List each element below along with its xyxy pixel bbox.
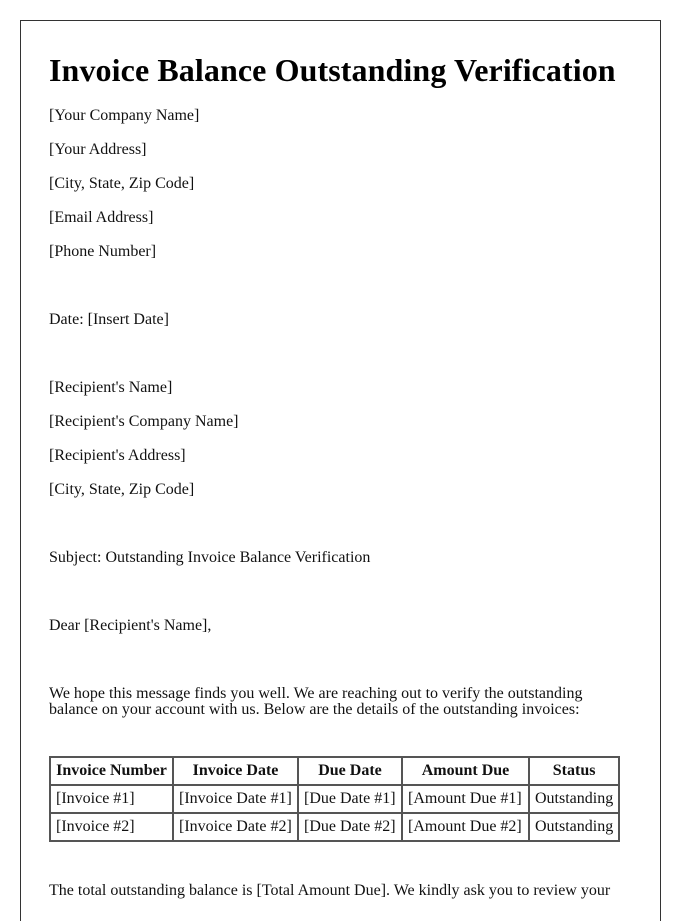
closing-paragraph: The total outstanding balance is [Total … — [49, 882, 611, 899]
document-title: Invoice Balance Outstanding Verification — [49, 52, 616, 88]
recipient-address: [Recipient's Address] — [49, 447, 186, 464]
cell-status: Outstanding — [527, 812, 621, 842]
salutation: Dear [Recipient's Name], — [49, 617, 212, 634]
sender-phone: [Phone Number] — [49, 243, 157, 260]
intro-paragraph: We hope this message finds you well. We … — [49, 685, 583, 718]
recipient-city-state-zip: [City, State, Zip Code] — [49, 481, 195, 498]
letter-page: Invoice Balance Outstanding Verification… — [20, 20, 661, 921]
header-invoice-number: Invoice Number — [49, 756, 174, 786]
cell-invoice-number: [Invoice #1] — [49, 784, 174, 814]
cell-due-date: [Due Date #2] — [297, 812, 403, 842]
sender-email: [Email Address] — [49, 209, 154, 226]
sender-company: [Your Company Name] — [49, 107, 200, 124]
sender-address: [Your Address] — [49, 141, 147, 158]
recipient-company: [Recipient's Company Name] — [49, 413, 239, 430]
header-invoice-date: Invoice Date — [172, 756, 299, 786]
cell-amount-due: [Amount Due #2] — [401, 812, 530, 842]
table-header-row: Invoice Number Invoice Date Due Date Amo… — [49, 756, 621, 786]
subject-line: Subject: Outstanding Invoice Balance Ver… — [49, 549, 371, 566]
invoice-table: Invoice Number Invoice Date Due Date Amo… — [49, 756, 621, 842]
date-line: Date: [Insert Date] — [49, 311, 169, 328]
cell-invoice-number: [Invoice #2] — [49, 812, 174, 842]
cell-amount-due: [Amount Due #1] — [401, 784, 530, 814]
cell-invoice-date: [Invoice Date #1] — [172, 784, 299, 814]
cell-status: Outstanding — [527, 784, 621, 814]
header-due-date: Due Date — [297, 756, 403, 786]
table-row: [Invoice #1] [Invoice Date #1] [Due Date… — [49, 784, 621, 814]
recipient-name: [Recipient's Name] — [49, 379, 173, 396]
sender-city-state-zip: [City, State, Zip Code] — [49, 175, 195, 192]
header-amount-due: Amount Due — [401, 756, 530, 786]
table-row: [Invoice #2] [Invoice Date #2] [Due Date… — [49, 812, 621, 842]
cell-invoice-date: [Invoice Date #2] — [172, 812, 299, 842]
cell-due-date: [Due Date #1] — [297, 784, 403, 814]
header-status: Status — [527, 756, 621, 786]
